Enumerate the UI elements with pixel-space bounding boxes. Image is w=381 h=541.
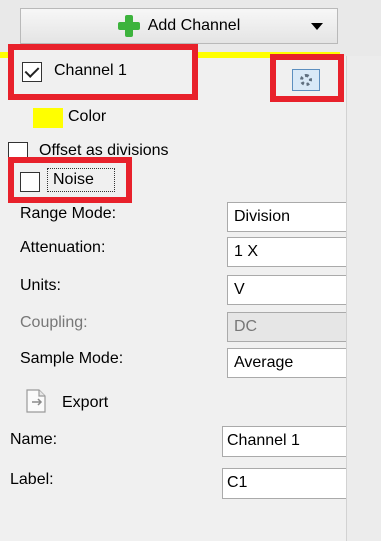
noise-highlight: Noise [8, 157, 132, 203]
units-value: V [234, 281, 245, 298]
chevron-down-icon[interactable] [311, 23, 323, 30]
attenuation-value: 1 X [234, 243, 259, 260]
export-label: Export [62, 394, 109, 411]
export-button[interactable]: Export [24, 388, 154, 416]
settings-button-highlight [270, 54, 344, 102]
add-channel-label: Add Channel [147, 17, 241, 34]
label-field-label: Label: [10, 471, 54, 488]
units-label: Units: [20, 277, 61, 294]
sample-mode-value: Average [234, 354, 294, 371]
attenuation-label: Attenuation: [20, 239, 106, 256]
export-icon [26, 389, 46, 413]
color-swatch[interactable] [33, 108, 63, 128]
add-channel-button[interactable]: Add Channel [20, 8, 338, 44]
checkmark-icon [24, 63, 40, 78]
plus-icon [117, 15, 140, 37]
label-field-value: C1 [227, 474, 248, 491]
name-field-label: Name: [10, 431, 58, 448]
channel-settings-button[interactable] [292, 69, 320, 91]
color-label: Color [68, 108, 107, 125]
noise-checkbox[interactable] [20, 172, 40, 192]
channel-name-label: Channel 1 [54, 62, 127, 79]
gear-icon [300, 74, 312, 86]
range-mode-label: Range Mode: [20, 205, 117, 222]
noise-label: Noise [53, 171, 94, 188]
range-mode-value: Division [234, 208, 291, 225]
coupling-value: DC [234, 318, 258, 335]
channel-enabled-checkbox[interactable] [22, 62, 42, 82]
panel-right-gutter [346, 56, 381, 541]
channel-row-highlight: Channel 1 [8, 44, 198, 100]
coupling-label: Coupling: [20, 314, 88, 331]
name-field-value: Channel 1 [227, 432, 300, 449]
sample-mode-label: Sample Mode: [20, 350, 124, 367]
